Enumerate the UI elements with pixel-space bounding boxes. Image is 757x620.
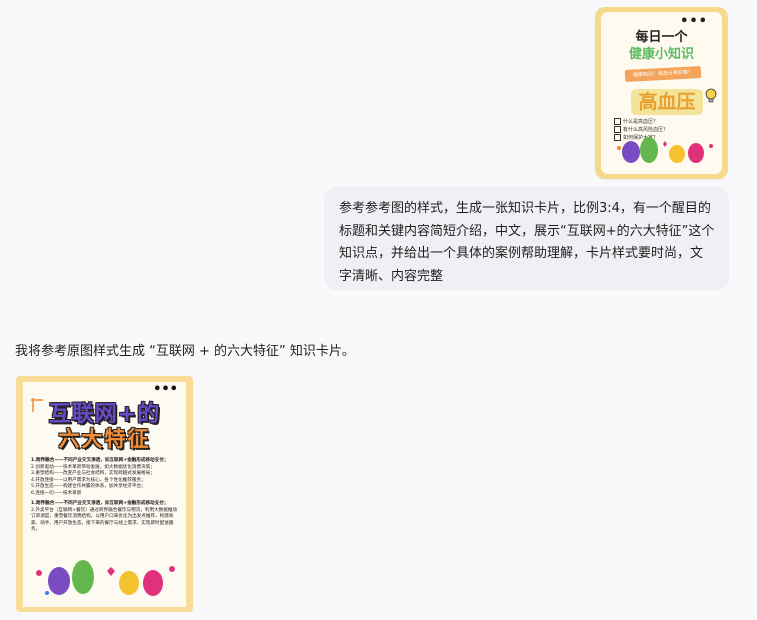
reference-tag: 健康知识！每周分享好看！ [624, 66, 702, 82]
cartoon-characters-illustration [617, 137, 713, 163]
more-dots-icon: ••• [680, 14, 708, 29]
case-line: 1.跨界融合——不同产业交叉渗透，如互联网+金融形成移动支付； [31, 501, 169, 506]
checkbox-icon [614, 118, 621, 125]
card-title-line2: 六大特征 [58, 427, 151, 451]
lightbulb-icon [705, 88, 717, 103]
generated-image[interactable]: ••• 互联网+的 六大特征 1.跨界融合——不同产业交叉渗透，如互联网+金融形… [16, 376, 193, 612]
reference-question: 什么是高血压？ [614, 118, 668, 126]
reference-question: 有什么高风险血压？ [614, 126, 668, 134]
checkbox-icon [614, 126, 621, 133]
cartoon-characters-illustration [36, 560, 175, 596]
feature-line: 1.跨界融合——不同产业交叉渗透，如互联网+金融形成移动支付； [31, 458, 169, 463]
case-line: 2.外卖平台（互联网+餐饮）通过跨界融合餐饮与物流，利用大数据推动订单调度，重塑… [31, 507, 178, 533]
reference-title-line2: 健康小知识 [628, 47, 694, 62]
reference-card-body: ••• 每日一个 健康小知识 健康知识！每周分享好看！ 高血压 什么是高血压？ … [601, 12, 722, 174]
card-content: 1.跨界融合——不同产业交叉渗透，如互联网+金融形成移动支付； 2.创新驱动——… [31, 458, 180, 534]
reference-image[interactable]: ••• 每日一个 健康小知识 健康知识！每周分享好看！ 高血压 什么是高血压？ … [595, 7, 728, 179]
reference-big-word: 高血压 [631, 89, 703, 115]
user-message-text: 参考参考图的样式，生成一张知识卡片，比例3:4，有一个醒目的标题和关键内容简短介… [339, 201, 715, 284]
more-dots-icon: ••• [153, 382, 178, 397]
generated-card-body: ••• 互联网+的 六大特征 1.跨界融合——不同产业交叉渗透，如互联网+金融形… [23, 382, 186, 607]
assistant-message-text: 我将参考原图样式生成 “互联网 + 的六大特征” 知识卡片。 [15, 344, 355, 359]
user-message-bubble: 参考参考图的样式，生成一张知识卡片，比例3:4，有一个醒目的标题和关键内容简短介… [324, 187, 729, 290]
